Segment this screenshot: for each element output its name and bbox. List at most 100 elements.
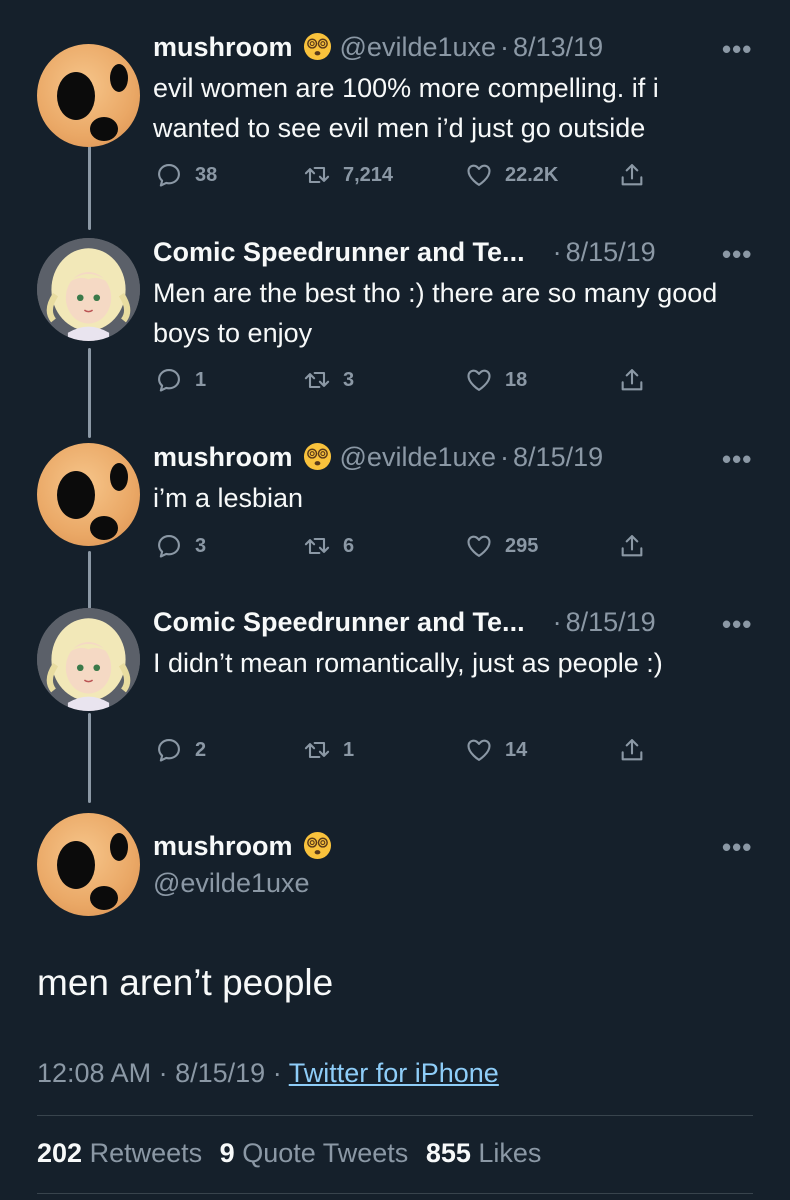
share-button[interactable]: [618, 529, 658, 563]
reply-button[interactable]: 1: [155, 363, 206, 397]
dizzy-face-emoji-icon: [303, 831, 332, 860]
retweet-count: 3: [343, 368, 355, 391]
tweet-date[interactable]: 8/15/19: [566, 607, 656, 637]
retweet-button[interactable]: 7,214: [303, 158, 393, 192]
tweet-header: Comic Speedrunner and Te... · 8/15/19: [153, 605, 656, 639]
avatar[interactable]: [37, 44, 140, 147]
separator: ·: [552, 607, 562, 637]
reply-button[interactable]: 3: [155, 529, 206, 563]
reply-icon: [158, 369, 180, 392]
share-icon: [621, 164, 643, 186]
retweet-button[interactable]: 1: [303, 733, 354, 767]
retweet-button[interactable]: 3: [303, 363, 354, 397]
like-button[interactable]: 14: [465, 733, 527, 767]
divider: [37, 1193, 753, 1194]
likes-stat[interactable]: 855 Likes: [426, 1138, 542, 1168]
like-button[interactable]: 18: [465, 363, 527, 397]
reply-count: 1: [195, 368, 207, 391]
retweet-icon: [304, 371, 330, 389]
reply-icon: [158, 739, 180, 762]
retweet-icon: [304, 537, 330, 555]
handle[interactable]: @evilde1uxe: [340, 32, 497, 62]
separator: ·: [500, 32, 510, 62]
like-count: 295: [505, 534, 539, 557]
reply-icon: [158, 164, 180, 187]
more-icon[interactable]: •••: [722, 832, 752, 863]
quote-tweets-stat[interactable]: 9 Quote Tweets: [220, 1138, 409, 1168]
tweet-actions: 2 1 14: [155, 733, 665, 767]
reply-count: 3: [195, 534, 207, 557]
tweet-date[interactable]: 8/13/19: [513, 32, 603, 62]
dizzy-face-emoji-icon: [303, 32, 332, 61]
heart-icon: [467, 739, 491, 761]
retweet-icon: [304, 741, 330, 759]
more-icon[interactable]: •••: [722, 34, 752, 65]
more-icon[interactable]: •••: [722, 609, 752, 640]
like-count: 22.2K: [505, 163, 559, 186]
retweet-icon: [304, 166, 330, 184]
tweet-header: mushroom @evilde1uxe · 8/13/19: [153, 30, 603, 64]
separator: ·: [272, 1058, 282, 1088]
thread-line: [88, 146, 91, 230]
share-button[interactable]: [618, 733, 658, 767]
share-button[interactable]: [618, 363, 658, 397]
display-name[interactable]: mushroom: [153, 442, 293, 472]
like-button[interactable]: 295: [465, 529, 538, 563]
tweet-time[interactable]: 12:08 AM: [37, 1058, 151, 1088]
reply-button[interactable]: 38: [155, 158, 217, 192]
tweet-header: mushroom @evilde1uxe · 8/15/19: [153, 440, 603, 474]
separator: ·: [500, 442, 510, 472]
reply-button[interactable]: 2: [155, 733, 206, 767]
share-icon: [621, 535, 643, 557]
retweet-count: 7,214: [343, 163, 394, 186]
reply-count: 2: [195, 738, 207, 761]
thread-line: [88, 551, 91, 609]
retweets-stat[interactable]: 202 Retweets: [37, 1138, 202, 1168]
like-count: 14: [505, 738, 528, 761]
separator: ·: [552, 237, 562, 267]
display-name[interactable]: mushroom: [153, 32, 293, 62]
thread-line: [88, 713, 91, 803]
handle[interactable]: @evilde1uxe: [340, 442, 497, 472]
reply-icon: [158, 535, 180, 558]
retweet-count: 1: [343, 738, 355, 761]
retweet-button[interactable]: 6: [303, 529, 354, 563]
dizzy-face-emoji-icon: [303, 442, 332, 471]
share-button[interactable]: [618, 158, 658, 192]
tweet-text: i’m a lesbian: [153, 483, 304, 513]
tweet-text: evil women are 100% more compelling. if …: [153, 73, 659, 143]
divider: [37, 1115, 753, 1116]
handle[interactable]: @evilde1uxe: [153, 868, 310, 898]
avatar[interactable]: [37, 443, 140, 546]
source-link[interactable]: Twitter for iPhone: [289, 1058, 499, 1088]
tweet-actions: 3 6 295: [155, 529, 665, 563]
tweet-actions: 38 7,214 22.2K: [155, 158, 665, 192]
thread-line: [88, 348, 91, 438]
tweet-date[interactable]: 8/15/19: [175, 1058, 265, 1088]
avatar[interactable]: [37, 608, 140, 711]
avatar[interactable]: [37, 813, 140, 916]
tweet-text: Men are the best tho :) there are so man…: [153, 278, 718, 348]
engagement-stats: 202 Retweets 9 Quote Tweets 855 Likes: [37, 1138, 541, 1169]
share-icon: [621, 369, 643, 391]
heart-icon: [467, 164, 491, 186]
main-tweet-text: men aren’t people: [37, 962, 334, 1003]
tweet-date[interactable]: 8/15/19: [513, 442, 603, 472]
author-name[interactable]: mushroom: [153, 829, 340, 863]
retweet-count: 6: [343, 534, 355, 557]
avatar[interactable]: [37, 238, 140, 341]
tweet-header: Comic Speedrunner and Te... · 8/15/19: [153, 235, 656, 269]
display-name[interactable]: Comic Speedrunner and Te...: [153, 237, 525, 267]
like-button[interactable]: 22.2K: [465, 158, 558, 192]
more-icon[interactable]: •••: [722, 444, 752, 475]
like-count: 18: [505, 368, 528, 391]
share-icon: [621, 739, 643, 761]
display-name[interactable]: Comic Speedrunner and Te...: [153, 607, 525, 637]
more-icon[interactable]: •••: [722, 239, 752, 270]
display-name[interactable]: mushroom: [153, 831, 293, 861]
heart-icon: [467, 535, 491, 557]
author-handle[interactable]: @evilde1uxe: [153, 866, 310, 900]
tweet-text: I didn’t mean romantically, just as peop…: [153, 648, 663, 678]
tweet-date[interactable]: 8/15/19: [566, 237, 656, 267]
tweet-actions: 1 3 18: [155, 363, 665, 397]
